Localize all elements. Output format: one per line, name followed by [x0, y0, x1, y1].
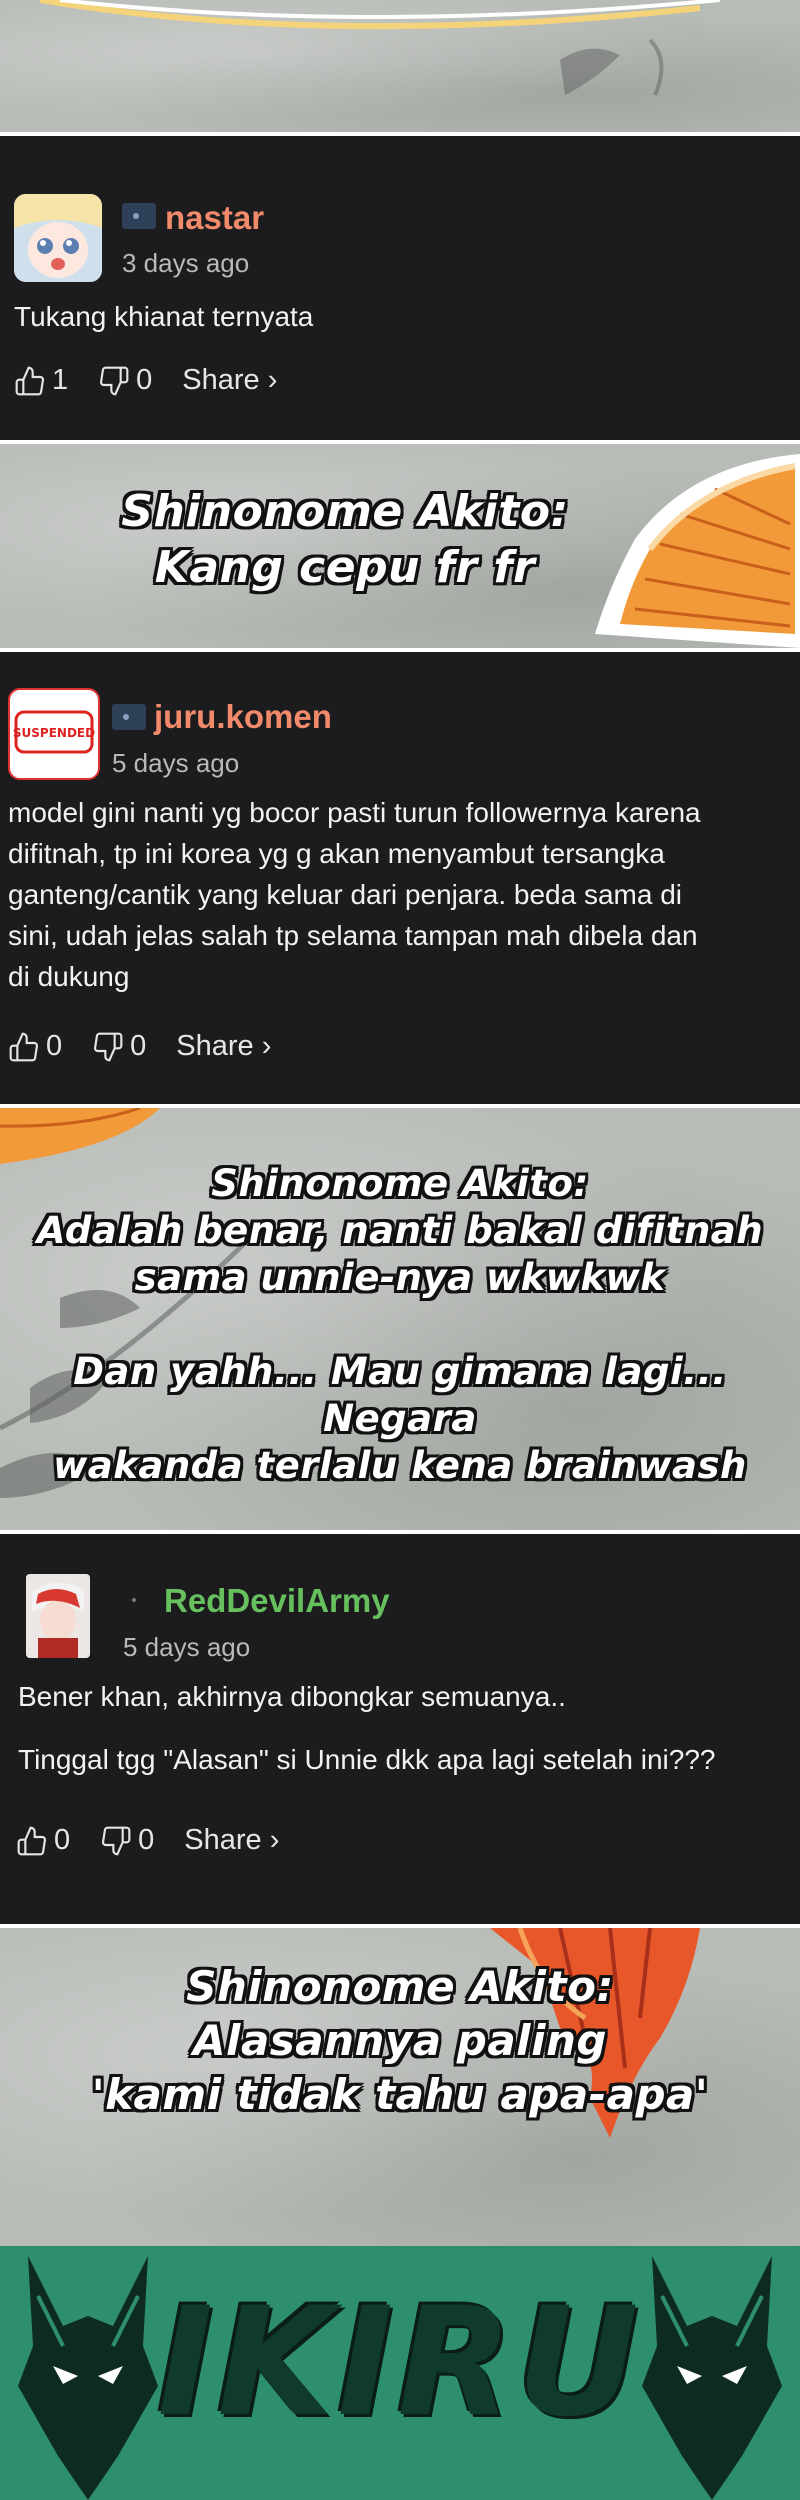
manga-panel-3: Shinonome Akito: Alasannya paling 'kami …: [0, 1928, 800, 2246]
dislike-count: 0: [136, 364, 153, 396]
flag-icon: [122, 203, 156, 229]
thumbs-up-icon: [9, 1032, 38, 1061]
dislike-button[interactable]: 0: [98, 364, 152, 397]
like-count: 0: [54, 1824, 71, 1856]
comment-timestamp: 3 days ago: [122, 248, 250, 278]
like-button[interactable]: 0: [16, 1824, 70, 1857]
manga-panel-1: Shinonome Akito: Kang cepu fr fr: [0, 444, 800, 648]
avatar[interactable]: [14, 194, 102, 282]
comment-card: RedDevilArmy 5 days ago Bener khan, akhi…: [0, 1534, 800, 1924]
comment-text: model gini nanti yg bocor pasti turun fo…: [8, 797, 701, 992]
share-button[interactable]: Share ›: [184, 1824, 279, 1857]
footer-banner: IKIRU: [0, 2246, 800, 2500]
speech-bubble-bottom: [39, 0, 721, 96]
comment-timestamp: 5 days ago: [112, 748, 240, 778]
comment-actions: 0 0 Share ›: [16, 1824, 309, 1857]
speech-text: Shinonome Akito: Adalah benar, nanti bak…: [36, 1162, 764, 1487]
site-logo[interactable]: IKIRU: [0, 2276, 800, 2450]
dislike-count: 0: [130, 1030, 147, 1062]
share-button[interactable]: Share ›: [182, 364, 277, 397]
speech-text: Shinonome Akito: Kang cepu fr fr: [121, 486, 569, 593]
share-label: Share ›: [176, 1030, 272, 1062]
thumbs-down-icon: [102, 1826, 131, 1855]
share-button[interactable]: Share ›: [176, 1030, 271, 1063]
speech-text: Shinonome Akito: Alasannya paling 'kami …: [91, 1962, 709, 2119]
comment-username[interactable]: nastar: [165, 199, 264, 237]
suspended-stamp-icon: SUSPENDED: [13, 710, 95, 754]
comment-card: SUSPENDED juru.komen 5 days ago model gi…: [0, 652, 800, 1104]
thumbs-down-icon: [94, 1032, 123, 1061]
anime-face-icon: [14, 194, 102, 282]
top-manga-panel: [0, 0, 800, 132]
thumbs-down-icon: [100, 366, 129, 395]
comment-timestamp: 5 days ago: [123, 1632, 251, 1662]
comment-text: Tukang khianat ternyata: [14, 301, 314, 332]
flag-icon: [112, 704, 146, 730]
rank-dot-icon: [132, 1598, 136, 1602]
like-count: 0: [46, 1030, 63, 1062]
thumbs-up-icon: [15, 366, 44, 395]
thumbs-up-icon: [17, 1826, 46, 1855]
like-count: 1: [52, 364, 69, 396]
svg-text:SUSPENDED: SUSPENDED: [13, 726, 95, 740]
red-hair-character-icon: [26, 1574, 90, 1658]
share-label: Share ›: [182, 364, 278, 396]
comment-username[interactable]: juru.komen: [154, 698, 332, 736]
manga-panel-2: Shinonome Akito: Adalah benar, nanti bak…: [0, 1108, 800, 1530]
comment-username[interactable]: RedDevilArmy: [164, 1582, 390, 1620]
comment-actions: 0 0 Share ›: [8, 1030, 301, 1063]
comment-text: Bener khan, akhirnya dibongkar semuanya.…: [18, 1681, 716, 1775]
like-button[interactable]: 1: [14, 364, 68, 397]
comment-card: nastar 3 days ago Tukang khianat ternyat…: [0, 136, 800, 440]
dislike-count: 0: [138, 1824, 155, 1856]
dislike-button[interactable]: 0: [100, 1824, 154, 1857]
avatar[interactable]: [26, 1574, 90, 1658]
comment-actions: 1 0 Share ›: [14, 364, 307, 397]
avatar[interactable]: SUSPENDED: [8, 688, 100, 780]
share-label: Share ›: [184, 1824, 280, 1856]
like-button[interactable]: 0: [8, 1030, 62, 1063]
dislike-button[interactable]: 0: [92, 1030, 146, 1063]
